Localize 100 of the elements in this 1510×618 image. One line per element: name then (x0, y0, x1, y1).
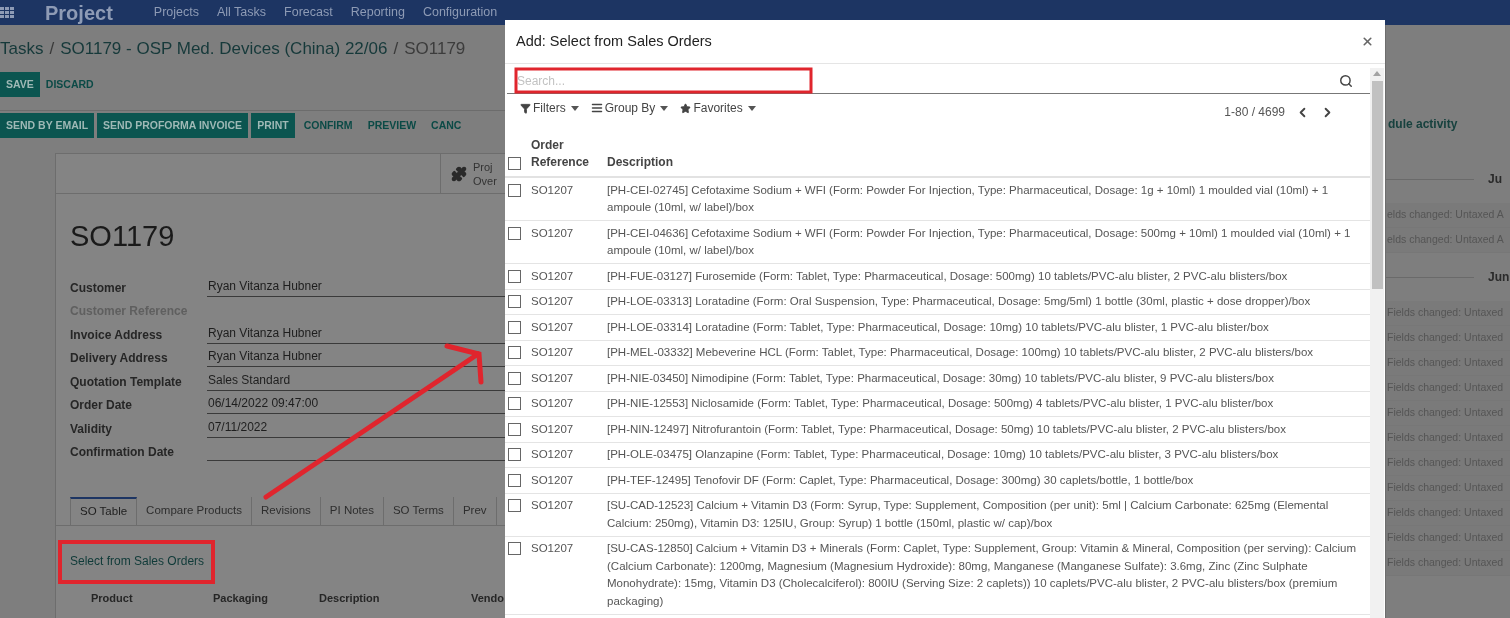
table-cell-text: SO1207 (531, 447, 575, 462)
table-cell-text: [SU-CAD-12523] Calcium + Vitamin D3 (Form: Syrup, Type: Supplement, Composition (per unit): 5ml | Calcium Carbonate: 625mg (Elemental Calcium: 250mg), Vitamin D3: 125IU, Group: Syrup) 1 bottle (150ml, plastic w/ cap)/box (607, 498, 1330, 531)
breadcrumb-item: SO1179 (404, 38, 466, 61)
checkbox[interactable] (508, 269, 521, 283)
app-title[interactable]: Project (45, 0, 113, 28)
dialog-title: Add: Select from Sales Orders (516, 31, 712, 51)
tab[interactable]: Prev (453, 497, 497, 525)
checkbox[interactable] (508, 397, 521, 410)
field-label: Invoice Address (70, 326, 164, 344)
checkbox[interactable] (508, 473, 521, 487)
checkbox[interactable] (508, 448, 521, 461)
table-cell-text: [PH-FUE-03127] Furosemide (Form: Tablet, Type: Pharmaceutical, Dosage: 500mg) 10 tablets/PVC-alu blister, 2 PVC-alu blisters/box (607, 268, 1289, 284)
table-cell-text: SO1207 (531, 396, 575, 411)
caret-icon (570, 105, 579, 111)
caret-icon (747, 105, 756, 111)
apps-grid-icon[interactable] (0, 6, 15, 19)
menu-item[interactable]: Reporting (350, 3, 405, 22)
table-cell-text: SO1207 (531, 225, 575, 241)
table-cell-text: [PH-TEF-12495] Tenofovir DF (Form: Caplet, Type: Pharmaceutical, Dosage: 300mg) 30 caplets/bottle, 1 bottle/box (607, 472, 1195, 488)
checkbox[interactable] (508, 157, 521, 170)
menu-item[interactable]: Configuration (422, 3, 498, 22)
column-header: Description (319, 592, 381, 605)
checkbox[interactable] (508, 226, 521, 240)
menu-item[interactable]: Forecast (284, 3, 333, 22)
menu-item[interactable]: Projects (153, 3, 199, 22)
checkbox[interactable] (508, 371, 521, 385)
action-button[interactable]: DISCARD (39, 72, 100, 97)
action-button[interactable]: PREVIEW (361, 113, 423, 138)
tab[interactable]: Compare Products (137, 497, 252, 525)
action-button[interactable]: PRINT (251, 113, 295, 138)
action-button[interactable]: CANC (425, 113, 468, 138)
table-cell-text: SO1207 (531, 345, 575, 360)
table-cell-text: SO1207 (531, 182, 575, 198)
field-label: Order Date (70, 397, 134, 414)
scrollbar-thumb[interactable] (1371, 81, 1383, 289)
puzzle-icon (451, 165, 467, 182)
search-option-button[interactable]: Filters (520, 99, 579, 117)
column-header[interactable]: Order Reference (531, 137, 607, 171)
record-title: SO1179 (70, 219, 176, 253)
tab[interactable]: Revisions (252, 497, 321, 525)
checkbox[interactable] (508, 346, 521, 359)
action-button[interactable]: CONFIRM (297, 113, 359, 138)
field-label: Validity (70, 420, 114, 438)
action-button[interactable]: SAVE (0, 72, 40, 97)
table-cell-text: SO1207 (531, 472, 575, 488)
table-cell-text: SO1207 (531, 319, 575, 335)
table-cell-text: SO1207 (531, 294, 575, 309)
table-cell-text: [SU-CAS-12850] Calcium + Vitamin D3 + Minerals (Form: Caplet, Type: Supplement, Group: Vitamin & Mineral, Composition (per serving): Calcium (Calcium Carbonate): 1200mg, Magnesium (Magnesium Hydroxide): 80mg, Manganese (Manganese Sulfate): 3.6mg, Zinc (Zinc Sulphate Monohydrate): 15mg, Vitamin D3 (Cholecalciferol): 800IU (Serving Size: 2 caplets)) 10 caplets/PVC-alu blister, 2 PVC-alu blisters/box (premium packaging) (607, 541, 1358, 609)
table-cell-text: SO1207 (531, 421, 575, 437)
table-cell-text: SO1207 (531, 370, 575, 386)
checkbox[interactable] (508, 183, 521, 197)
filter-icon (520, 102, 531, 114)
date-separator: Jun (1488, 269, 1510, 286)
table-cell-text: SO1207 (531, 541, 575, 556)
table-cell-text: SO1207 (531, 268, 575, 284)
table-cell-text: SO1207 (531, 498, 575, 513)
checkbox[interactable] (508, 542, 521, 555)
field-label: Delivery Address (70, 350, 169, 367)
field-label: Quotation Template (70, 373, 183, 391)
column-header: Product (91, 592, 134, 605)
checkbox[interactable] (508, 295, 521, 308)
tab[interactable]: SO Terms (383, 497, 454, 525)
tab[interactable]: SO Table (70, 497, 138, 525)
table-cell-text: [PH-NIE-03450] Nimodipine (Form: Tablet, Type: Pharmaceutical, Dosage: 30mg) 10 tablets/PVC-alu blister, 9 PVC-alu blisters/box (607, 370, 1275, 386)
action-button[interactable]: SEND PROFORMA INVOICE (97, 113, 249, 138)
column-header[interactable]: Description (607, 154, 673, 171)
search-option-button[interactable]: Favorites (680, 99, 756, 117)
smart-button-label: Over (473, 173, 497, 188)
table-cell-text: [PH-CEI-04636] Cefotaxime Sodium + WFI (Form: Powder For Injection, Type: Pharmaceutical, Dosage: 500mg + 10ml) 1 moulded vial (10ml) + 1 ampoule (10ml, w/ label)/box (607, 225, 1352, 258)
table-cell-text: [PH-NIN-12497] Nitrofurantoin (Form: Tablet, Type: Pharmaceutical, Dosage: 50mg) 10 tablets/PVC-alu blister, 2 PVC-alu blisters/box (607, 421, 1288, 437)
checkbox[interactable] (508, 422, 521, 436)
breadcrumb-separator: / (393, 38, 399, 61)
breadcrumb-separator: / (49, 38, 55, 61)
close-icon[interactable] (1361, 35, 1374, 48)
menu-item[interactable]: All Tasks (216, 3, 267, 22)
search-field[interactable]: Search... (517, 72, 1339, 90)
table-cell-text: [PH-NIE-12553] Niclosamide (Form: Tablet, Type: Pharmaceutical, Dosage: 500mg) 4 tablets/PVC-alu blister, 1 PVC-alu blister/box (607, 396, 1275, 411)
search-option-button[interactable]: Group By (590, 99, 669, 117)
list-icon (590, 102, 603, 114)
table-cell-text: [PH-LOE-03314] Loratadine (Form: Tablet, Type: Pharmaceutical, Dosage: 10mg) 10 tablets/PVC-alu blister, 1 PVC-alu blister/box (607, 319, 1270, 335)
pager-text: 1-80 / 4699 (1224, 104, 1285, 121)
breadcrumb-item[interactable]: SO1179 - OSP Med. Devices (China) 22/06 (60, 36, 388, 62)
column-header: Packaging (213, 592, 270, 605)
schedule-activity-link[interactable]: dule activity (1386, 115, 1510, 133)
action-button[interactable]: SEND BY EMAIL (0, 113, 95, 138)
checkbox[interactable] (508, 499, 521, 512)
breadcrumb-item[interactable]: Tasks (0, 36, 44, 62)
table-cell-text: [PH-CEI-02745] Cefotaxime Sodium + WFI (Form: Powder For Injection, Type: Pharmaceutical, Dosage: 1g + 10ml) 1 moulded vial (10ml) + 1 ampoule (10ml, w/ label)/box (607, 182, 1330, 215)
field-label: Customer (70, 279, 127, 297)
column-header: Vendo (471, 592, 504, 605)
caret-icon (660, 105, 669, 111)
table-cell-text: [PH-OLE-03475] Olanzapine (Form: Tablet, Type: Pharmaceutical, Dosage: 10mg) 10 tablets/PVC-alu blister, 3 PVC-alu blisters/box (607, 447, 1280, 462)
select-link[interactable]: Select from Sales Orders (70, 554, 205, 568)
checkbox[interactable] (508, 320, 521, 334)
field-label: Confirmation Date (70, 444, 175, 461)
star-icon (680, 102, 692, 114)
smart-button-label: Proj (473, 159, 494, 174)
search-icon[interactable] (1339, 74, 1353, 88)
table-cell-text: [PH-LOE-03313] Loratadine (Form: Oral Suspension, Type: Pharmaceutical, Dosage: 5mg/5ml) 1 bottle (30ml, plastic + dose dropper)/box (607, 294, 1312, 309)
tab[interactable]: PI Notes (320, 497, 384, 525)
